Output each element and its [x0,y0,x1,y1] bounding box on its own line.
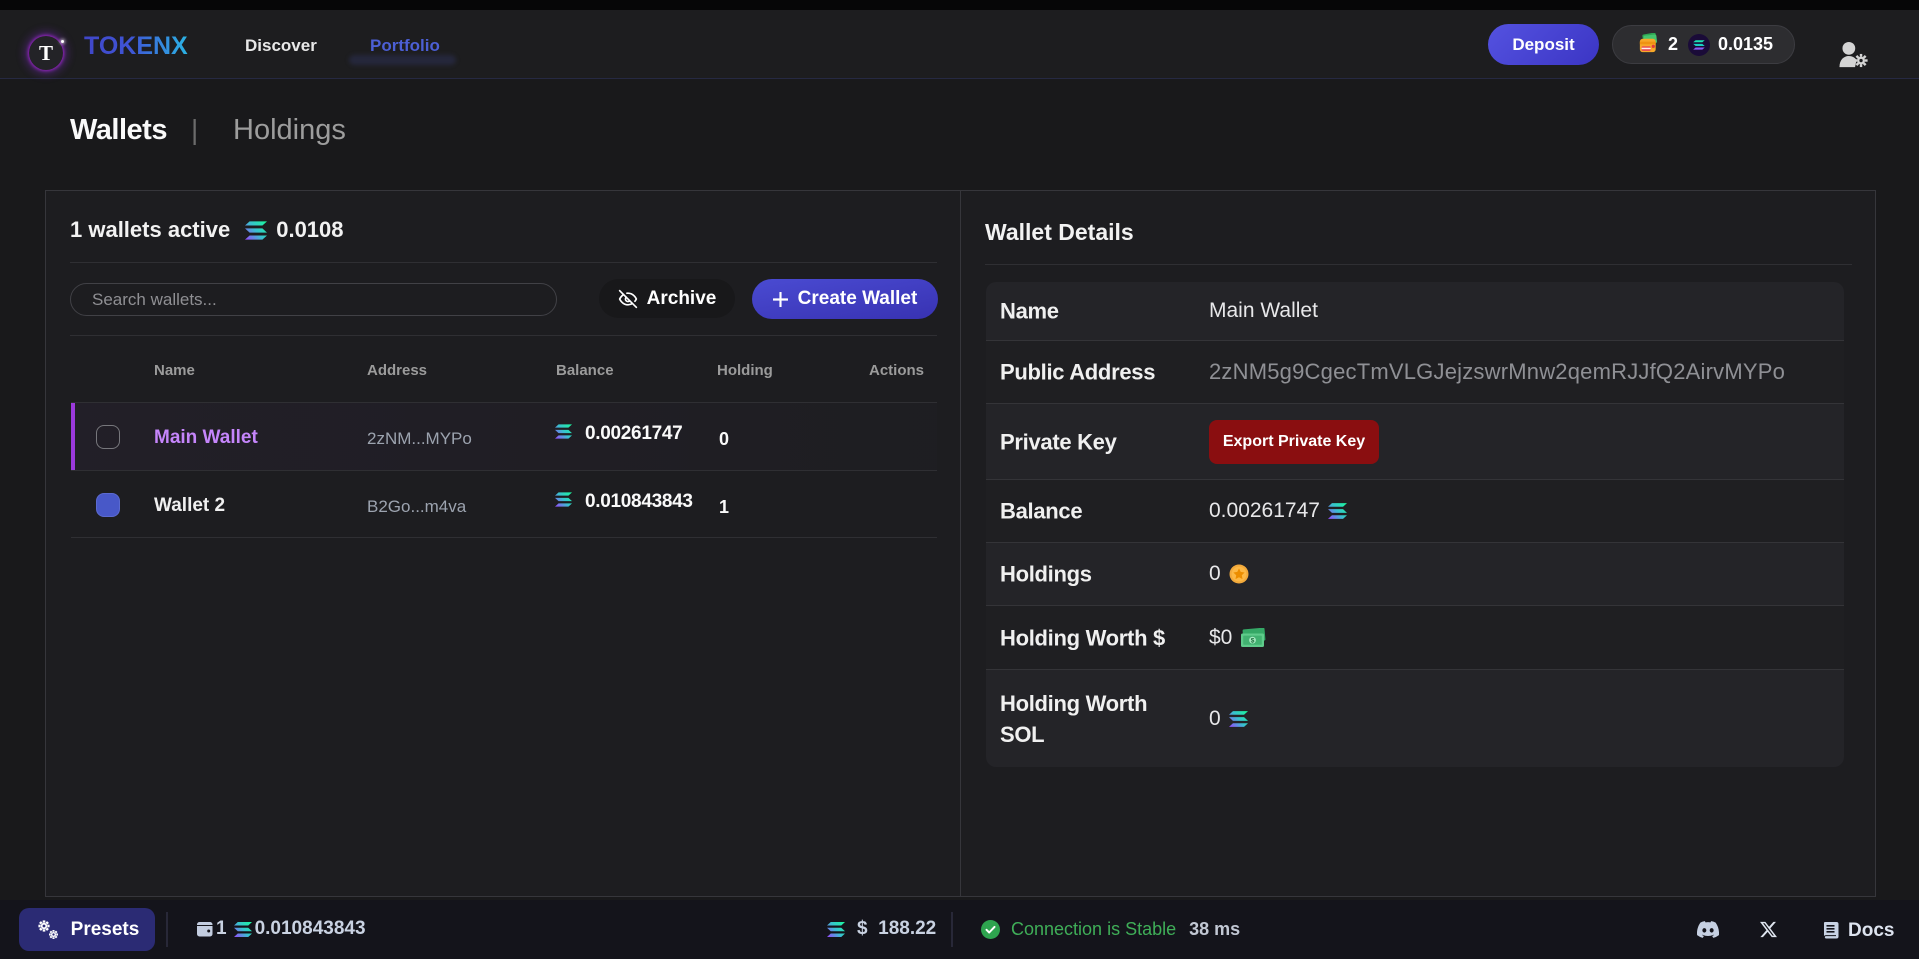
svg-text:$: $ [1251,637,1255,644]
